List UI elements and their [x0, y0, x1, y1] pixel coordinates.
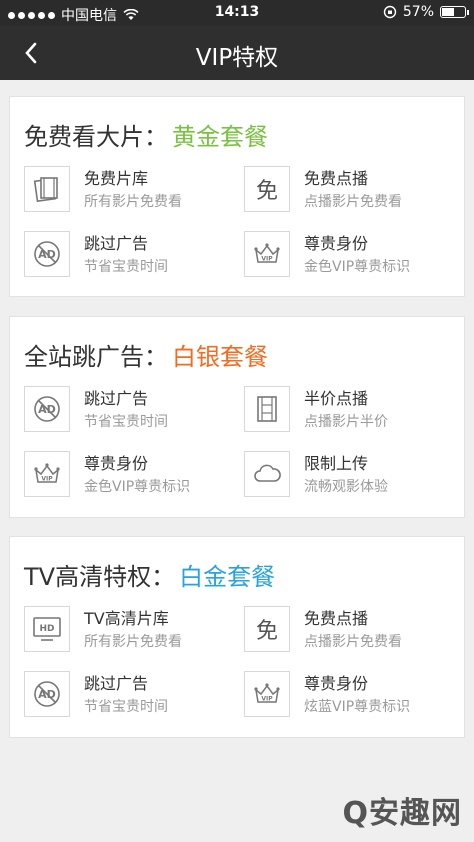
feature-subtitle: 节省宝贵时间	[84, 259, 168, 275]
feature-subtitle: 点播影片免费看	[304, 634, 402, 650]
feature-title: 跳过广告	[84, 234, 149, 253]
feature-subtitle: 点播影片免费看	[304, 194, 402, 210]
rotation-lock-icon	[383, 5, 397, 19]
silver-package-card: 全站跳广告：白银套餐 AD 跳过广告 节省宝贵时间 半价点播 点播影片半价	[9, 316, 465, 518]
card-title-prefix: 全站跳广告：	[24, 343, 168, 371]
nav-bar: VIP特权	[0, 26, 474, 80]
package-name: 白金套餐	[179, 563, 276, 591]
feature-subtitle: 节省宝贵时间	[84, 414, 168, 430]
feature-title: 尊贵身份	[304, 674, 369, 693]
feature-free-library[interactable]: 免费片库 所有影片免费看	[24, 164, 234, 216]
feature-title: 限制上传	[304, 454, 369, 473]
svg-text:VIP: VIP	[261, 256, 273, 263]
package-name: 白银套餐	[172, 343, 268, 371]
feature-subtitle: 节省宝贵时间	[84, 699, 168, 715]
watermark-logo: Q安趣网	[342, 796, 462, 831]
card-title-prefix: TV高清特权：	[24, 563, 176, 591]
svg-text:VIP: VIP	[41, 476, 53, 483]
feature-subtitle: 所有影片免费看	[84, 634, 182, 650]
svg-text:HD: HD	[39, 624, 54, 634]
feature-title: 半价点播	[304, 389, 369, 408]
card-title-prefix: 免费看大片：	[24, 123, 168, 151]
feature-title: 尊贵身份	[304, 234, 369, 253]
platinum-package-card: TV高清特权： 白金套餐 HD TV高清片库 所有影片免费看 免 免费点播 点播影…	[9, 536, 465, 738]
svg-text:VIP: VIP	[261, 696, 273, 703]
card-title: 免费看大片： 黄金套餐	[24, 117, 268, 152]
feature-skip-ads[interactable]: AD 跳过广告 节省宝贵时间	[24, 669, 234, 721]
feature-subtitle: 流畅观影体验	[304, 479, 388, 495]
page-title: VIP特权	[195, 45, 279, 71]
card-title: 全站跳广告： 白银套餐	[24, 337, 268, 372]
feature-title: 免费点播	[304, 169, 369, 188]
gold-package-card: 免费看大片：黄金套餐 免费片库 所有影片免费看 免 免费点播 点播影片免费看 A…	[9, 96, 465, 297]
feature-title: 免费点播	[304, 609, 369, 628]
feature-title: 跳过广告	[84, 674, 149, 693]
feature-subtitle: 炫蓝VIP尊贵标识	[304, 699, 411, 715]
no-ad-icon: AD	[24, 671, 70, 717]
free-icon: 免	[244, 166, 290, 212]
package-name: 黄金套餐	[172, 123, 268, 151]
free-icon: 免	[244, 606, 290, 652]
battery-icon	[440, 6, 469, 18]
battery-percent: 57%	[402, 4, 434, 20]
feature-subtitle: 所有影片免费看	[84, 194, 182, 210]
film-library-icon	[24, 166, 70, 212]
feature-half-price-vod[interactable]: 半价点播 点播影片半价	[244, 384, 454, 436]
feature-subtitle: 金色VIP尊贵标识	[84, 479, 191, 495]
feature-title: 免费片库	[84, 169, 149, 188]
feature-free-vod[interactable]: 免 免费点播 点播影片免费看	[244, 604, 454, 656]
vip-crown-icon: VIP	[244, 671, 290, 717]
feature-vip-status[interactable]: VIP 尊贵身份 金色VIP尊贵标识	[24, 449, 234, 501]
feature-skip-ads[interactable]: AD 跳过广告 节省宝贵时间	[24, 229, 234, 281]
status-bar: 中国电信 14:13 57%	[0, 0, 474, 26]
feature-subtitle: 金色VIP尊贵标识	[304, 259, 411, 275]
hd-tv-icon: HD	[24, 606, 70, 652]
feature-skip-ads[interactable]: AD 跳过广告 节省宝贵时间	[24, 384, 234, 436]
feature-title: 跳过广告	[84, 389, 149, 408]
film-strip-icon	[244, 386, 290, 432]
feature-subtitle: 点播影片半价	[304, 414, 388, 430]
feature-upload-limit[interactable]: 限制上传 流畅观影体验	[244, 449, 454, 501]
feature-title: 尊贵身份	[84, 454, 149, 473]
vip-crown-icon: VIP	[24, 451, 70, 497]
vip-crown-icon: VIP	[244, 231, 290, 277]
feature-title: TV高清片库	[84, 609, 169, 628]
feature-hd-library[interactable]: HD TV高清片库 所有影片免费看	[24, 604, 234, 656]
card-title: TV高清特权： 白金套餐	[24, 557, 275, 592]
cloud-icon	[244, 451, 290, 497]
feature-free-vod[interactable]: 免 免费点播 点播影片免费看	[244, 164, 454, 216]
no-ad-icon: AD	[24, 386, 70, 432]
feature-vip-status[interactable]: VIP 尊贵身份 金色VIP尊贵标识	[244, 229, 454, 281]
feature-vip-status[interactable]: VIP 尊贵身份 炫蓝VIP尊贵标识	[244, 669, 454, 721]
no-ad-icon: AD	[24, 231, 70, 277]
